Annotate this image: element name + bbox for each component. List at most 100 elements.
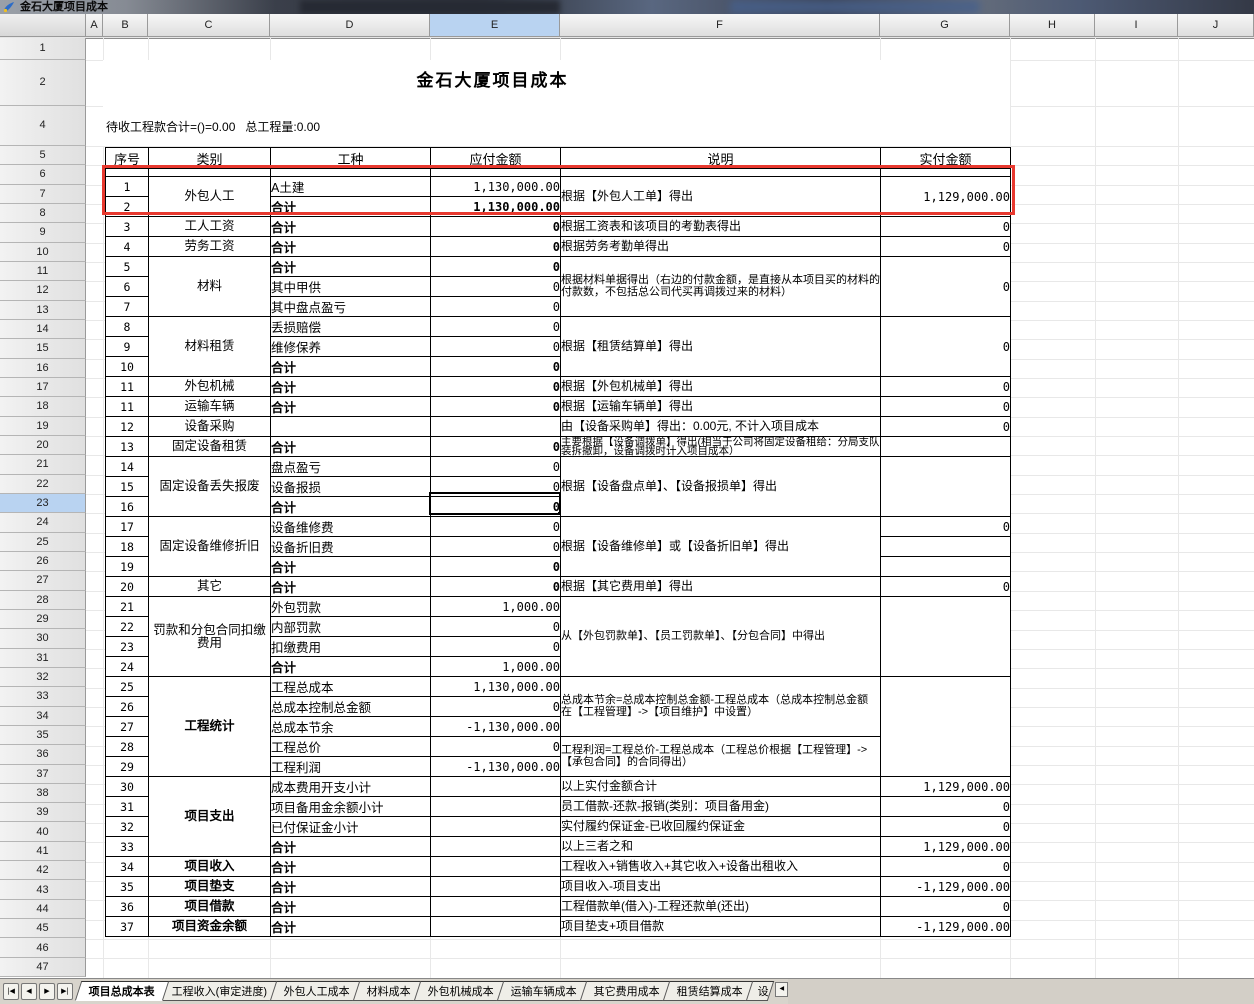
cell-amount-due[interactable]: 0 [431,737,561,757]
cell-amount-paid[interactable]: 1,129,000.00 [881,777,1011,797]
cell-description[interactable]: 项目垫支+项目借款 [561,917,881,937]
row-header-20[interactable]: 20 [0,436,86,455]
cell-jobtype[interactable]: 合计 [271,497,431,517]
cell-jobtype[interactable]: 合计 [271,437,431,457]
next-sheet-button[interactable]: ▶ [39,983,55,1000]
row-header-27[interactable]: 27 [0,571,86,590]
cell-category[interactable]: 运输车辆 [149,397,271,417]
row-header-24[interactable]: 24 [0,513,86,532]
row-header-46[interactable]: 46 [0,938,86,957]
empty-cell[interactable] [271,169,431,177]
column-header-G[interactable]: G [880,14,1010,37]
cell-amount-due[interactable]: 0 [431,377,561,397]
cell-category[interactable]: 罚款和分包合同扣缴费用 [149,597,271,677]
row-header-29[interactable]: 29 [0,610,86,629]
cell-amount-due[interactable]: 0 [431,277,561,297]
row-header-11[interactable]: 11 [0,262,86,281]
row-header-45[interactable]: 45 [0,919,86,938]
cell-serial[interactable]: 11 [106,377,149,397]
cell-category[interactable]: 外包人工 [149,177,271,217]
cell-jobtype[interactable]: 合计 [271,917,431,937]
cell-serial[interactable]: 6 [106,277,149,297]
sheet-tab-运输车辆成本[interactable]: 运输车辆成本 [497,981,591,1001]
cell-amount-paid[interactable]: 0 [881,237,1011,257]
row-header-26[interactable]: 26 [0,552,86,571]
cell-amount-paid[interactable]: 0 [881,577,1011,597]
cell-jobtype[interactable]: 合计 [271,857,431,877]
cell-amount-paid[interactable] [881,597,1011,677]
cell-jobtype[interactable]: 成本费用开支小计 [271,777,431,797]
cell-amount-due[interactable]: 0 [431,397,561,417]
cell-category[interactable]: 外包机械 [149,377,271,397]
cell-amount-due[interactable]: 1,130,000.00 [431,197,561,217]
row-header-8[interactable]: 8 [0,204,86,223]
cell-serial[interactable]: 24 [106,657,149,677]
row-header-10[interactable]: 10 [0,243,86,262]
cell-category[interactable]: 其它 [149,577,271,597]
cell-description[interactable]: 根据工资表和该项目的考勤表得出 [561,217,881,237]
empty-cell[interactable] [561,169,881,177]
cell-jobtype[interactable]: 内部罚款 [271,617,431,637]
cell-jobtype[interactable]: 合计 [271,897,431,917]
column-header-A[interactable]: A [86,14,103,37]
cell-amount-due[interactable]: 0 [431,497,561,517]
column-header-H[interactable]: H [1010,14,1095,37]
horizontal-scrollbar-track[interactable] [788,979,1254,1004]
cell-description[interactable]: 以上实付金额合计 [561,777,881,797]
cell-jobtype[interactable]: 已付保证金小计 [271,817,431,837]
row-header-35[interactable]: 35 [0,726,86,745]
cell-description[interactable]: 以上三者之和 [561,837,881,857]
row-header-15[interactable]: 15 [0,339,86,358]
prev-sheet-button[interactable]: ◀ [21,983,37,1000]
cell-amount-paid[interactable]: 0 [881,417,1011,437]
sheet-tab-外包人工成本[interactable]: 外包人工成本 [270,981,364,1001]
cell-jobtype[interactable]: 工程总价 [271,737,431,757]
cell-category[interactable]: 项目垫支 [149,877,271,897]
cell-amount-due[interactable]: 0 [431,437,561,457]
sheet-tab-外包机械成本[interactable]: 外包机械成本 [414,981,508,1001]
cell-jobtype[interactable]: 合计 [271,557,431,577]
cell-serial[interactable]: 7 [106,297,149,317]
row-header-32[interactable]: 32 [0,668,86,687]
row-header-37[interactable]: 37 [0,765,86,784]
cell-serial[interactable]: 22 [106,617,149,637]
cell-serial[interactable]: 10 [106,357,149,377]
cell-jobtype[interactable]: 合计 [271,217,431,237]
row-header-4[interactable]: 4 [0,106,86,147]
cell-serial[interactable]: 16 [106,497,149,517]
last-sheet-button[interactable]: ▶| [57,983,73,1000]
cell-amount-paid[interactable]: -1,129,000.00 [881,917,1011,937]
cell-jobtype[interactable]: 合计 [271,237,431,257]
cell-amount-due[interactable] [431,837,561,857]
sheet-tab-工程收入(审定进度)[interactable]: 工程收入(审定进度) [158,981,282,1001]
cell-serial[interactable]: 5 [106,257,149,277]
row-header-42[interactable]: 42 [0,861,86,880]
sheet-tab-其它费用成本[interactable]: 其它费用成本 [580,981,674,1001]
row-header-36[interactable]: 36 [0,745,86,764]
row-header-39[interactable]: 39 [0,803,86,822]
window-titlebar[interactable]: 金石大厦项目成本 [0,0,1254,14]
cell-jobtype[interactable]: 合计 [271,837,431,857]
cell-amount-due[interactable] [431,857,561,877]
cell-jobtype[interactable]: 合计 [271,657,431,677]
cell-category[interactable]: 项目资金余额 [149,917,271,937]
cell-serial[interactable]: 8 [106,317,149,337]
cell-amount-paid[interactable]: 0 [881,397,1011,417]
cell-serial[interactable]: 3 [106,217,149,237]
cell-category[interactable]: 工人工资 [149,217,271,237]
cell-jobtype[interactable]: 总成本节余 [271,717,431,737]
cell-jobtype[interactable]: 设备折旧费 [271,537,431,557]
row-header-21[interactable]: 21 [0,455,86,474]
row-header-33[interactable]: 33 [0,687,86,706]
cell-serial[interactable]: 11 [106,397,149,417]
cell-amount-due[interactable]: 0 [431,697,561,717]
cell-jobtype[interactable]: 外包罚款 [271,597,431,617]
row-header-22[interactable]: 22 [0,475,86,494]
cell-jobtype[interactable]: 其中盘点盈亏 [271,297,431,317]
cell-jobtype[interactable]: 工程利润 [271,757,431,777]
column-header-J[interactable]: J [1178,14,1254,37]
row-header-2[interactable]: 2 [0,60,86,106]
cell-amount-due[interactable]: 0 [431,257,561,277]
cell-description[interactable]: 根据【运输车辆单】得出 [561,397,881,417]
cell-serial[interactable]: 29 [106,757,149,777]
